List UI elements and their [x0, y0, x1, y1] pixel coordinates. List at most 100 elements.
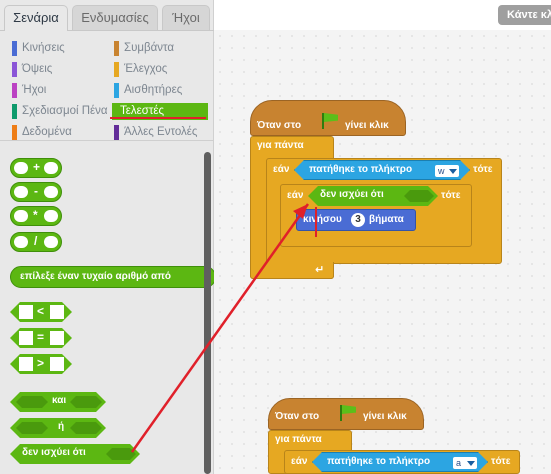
input-slot[interactable]: [14, 210, 28, 222]
equals-block[interactable]: =: [10, 328, 72, 348]
input-slot[interactable]: [50, 305, 64, 319]
operator-symbol: <: [37, 304, 45, 318]
loop-arrow-icon: ↵: [315, 264, 325, 276]
boolean-slot[interactable]: [16, 396, 48, 408]
category-sensing[interactable]: Αισθητήρες: [114, 82, 210, 99]
input-slot[interactable]: [19, 357, 33, 371]
operator-symbol: -: [34, 184, 38, 198]
motion-swatch-icon: [12, 41, 17, 56]
add-block[interactable]: +: [10, 158, 62, 178]
looks-swatch-icon: [12, 62, 17, 77]
when-flag-clicked-hat-2[interactable]: Όταν στο γίνει κλικ: [268, 398, 424, 430]
block-label: βήματα: [369, 214, 404, 225]
operator-symbol: =: [37, 330, 45, 344]
operator-symbol: +: [33, 160, 41, 174]
block-label: ή: [58, 421, 65, 432]
category-label: Σχεδιασμοί Πένα: [22, 105, 108, 117]
boolean-slot[interactable]: [70, 422, 102, 434]
input-slot[interactable]: [50, 357, 64, 371]
forever-block-bottom: ↵: [250, 262, 334, 279]
boolean-slot[interactable]: [404, 190, 434, 202]
category-label: Ήχοι: [22, 84, 47, 96]
highlight-underline: [110, 117, 206, 119]
operator-symbol: >: [37, 356, 45, 370]
boolean-slot[interactable]: [106, 448, 136, 460]
category-looks[interactable]: Όψεις: [12, 61, 108, 78]
tab-sounds[interactable]: Ήχοι: [162, 5, 210, 30]
category-label: Έλεγχος: [124, 63, 168, 75]
move-steps-block[interactable]: κινήσου 3 βήματα: [296, 209, 416, 231]
input-slot[interactable]: [44, 162, 58, 174]
and-block[interactable]: και: [10, 392, 106, 412]
category-events[interactable]: Συμβάντα: [114, 40, 210, 57]
when-flag-clicked-hat[interactable]: Όταν στο γίνει κλικ: [250, 100, 406, 136]
block-label: κινήσου: [303, 214, 342, 225]
block-label: πατήθηκε το πλήκτρο: [327, 456, 431, 467]
steps-input[interactable]: 3: [351, 213, 365, 227]
multiply-block[interactable]: *: [10, 206, 62, 226]
block-label: και: [52, 395, 67, 406]
greater-than-block[interactable]: >: [10, 354, 72, 374]
category-more-blocks[interactable]: Άλλες Εντολές: [114, 124, 210, 141]
more-blocks-swatch-icon: [114, 125, 119, 140]
pick-random-block[interactable]: επίλεξε έναν τυχαίο αριθμό από: [10, 266, 216, 288]
or-block[interactable]: ή: [10, 418, 106, 438]
divide-block[interactable]: /: [10, 232, 62, 252]
control-swatch-icon: [114, 62, 119, 77]
key-dropdown[interactable]: w: [435, 165, 459, 177]
category-label: Δεδομένα: [22, 126, 72, 138]
sensing-swatch-icon: [114, 83, 119, 98]
block-label: πατήθηκε το πλήκτρο: [309, 164, 413, 175]
input-slot[interactable]: [19, 331, 33, 345]
boolean-slot[interactable]: [16, 422, 48, 434]
pen-swatch-icon: [12, 104, 17, 119]
block-label: δεν ισχύει ότι: [320, 189, 384, 200]
category-label: Κινήσεις: [22, 42, 65, 54]
tab-costumes[interactable]: Ενδυμασίες: [72, 5, 158, 30]
dropdown-value: a: [456, 458, 462, 468]
input-slot[interactable]: [14, 162, 28, 174]
presentation-button[interactable]: Κάντε κλικ: [498, 5, 551, 25]
input-slot[interactable]: [44, 236, 58, 248]
key-pressed-block-2[interactable]: πατήθηκε το πλήκτρο a: [312, 452, 488, 472]
block-label: γίνει κλικ: [345, 120, 389, 131]
category-label: Άλλες Εντολές: [124, 126, 198, 138]
category-sound[interactable]: Ήχοι: [12, 82, 108, 99]
input-slot[interactable]: [50, 331, 64, 345]
block-palette: Σενάρια Ενδυμασίες Ήχοι Κινήσεις Συμβάντ…: [0, 0, 216, 474]
category-label: Αισθητήρες: [124, 84, 183, 96]
operator-symbol: /: [34, 234, 38, 248]
block-label: για πάντα: [257, 140, 304, 151]
palette-scrollbar[interactable]: [204, 152, 211, 474]
block-label: Όταν στο: [275, 411, 320, 422]
tab-scripts[interactable]: Σενάρια: [4, 5, 68, 31]
block-label: εάν: [273, 164, 290, 175]
dropdown-value: w: [438, 166, 445, 176]
key-pressed-block[interactable]: πατήθηκε το πλήκτρο w: [294, 160, 470, 180]
block-label: Όταν στο: [257, 120, 302, 131]
input-slot[interactable]: [44, 186, 58, 198]
less-than-block[interactable]: <: [10, 302, 72, 322]
input-slot[interactable]: [19, 305, 33, 319]
block-label: για πάντα: [275, 434, 322, 445]
boolean-slot[interactable]: [70, 396, 102, 408]
block-label: γίνει κλικ: [363, 411, 407, 422]
subtract-block[interactable]: -: [10, 182, 62, 202]
category-label: Όψεις: [22, 63, 53, 75]
input-slot[interactable]: [14, 236, 28, 248]
category-pen[interactable]: Σχεδιασμοί Πένα: [12, 103, 112, 120]
operator-symbol: *: [33, 208, 38, 222]
category-control[interactable]: Έλεγχος: [114, 61, 210, 78]
category-data[interactable]: Δεδομένα: [12, 124, 108, 141]
category-motion[interactable]: Κινήσεις: [12, 40, 108, 57]
block-label: τότε: [441, 190, 461, 201]
green-flag-icon: [321, 113, 338, 129]
input-slot[interactable]: [44, 210, 58, 222]
not-block[interactable]: δεν ισχύει ότι: [10, 444, 140, 464]
green-flag-icon: [339, 405, 356, 421]
input-slot[interactable]: [14, 186, 28, 198]
block-label: τότε: [491, 456, 511, 467]
not-condition-block[interactable]: δεν ισχύει ότι: [308, 186, 438, 206]
key-dropdown[interactable]: a: [453, 457, 477, 469]
block-label: εάν: [287, 190, 304, 201]
